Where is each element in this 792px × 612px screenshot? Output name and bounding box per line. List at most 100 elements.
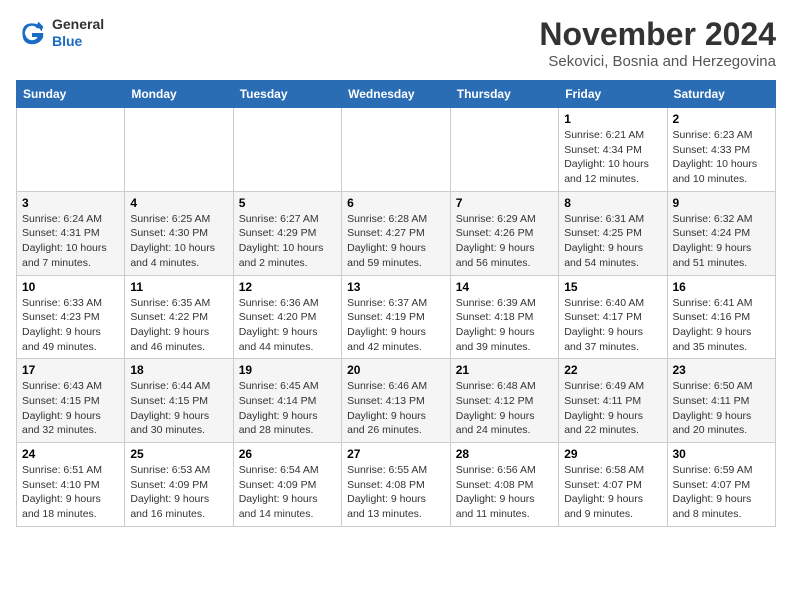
calendar-week-row: 17 Sunrise: 6:43 AM Sunset: 4:15 PM Dayli…	[17, 359, 776, 443]
calendar-cell: 19 Sunrise: 6:45 AM Sunset: 4:14 PM Dayli…	[233, 359, 341, 443]
day-number: 23	[673, 363, 771, 377]
day-info: Sunrise: 6:58 AM Sunset: 4:07 PM Dayligh…	[564, 463, 661, 522]
calendar-cell: 30Sunrise: 6:59 AM Sunset: 4:07 PM Dayli…	[667, 443, 776, 527]
calendar-cell: 10Sunrise: 6:33 AM Sunset: 4:23 PM Dayli…	[17, 275, 125, 359]
day-number: 4	[130, 196, 227, 210]
day-info: Sunrise: 6:43 AM Sunset: 4:15 PM Dayligh…	[22, 379, 119, 438]
logo-text: General Blue	[52, 16, 104, 50]
day-info: Sunrise: 6:45 AM Sunset: 4:14 PM Dayligh…	[239, 379, 336, 438]
location: Sekovici, Bosnia and Herzegovina	[539, 53, 776, 70]
calendar-cell: 20 Sunrise: 6:46 AM Sunset: 4:13 PM Dayli…	[342, 359, 451, 443]
day-number: 9	[673, 196, 771, 210]
calendar-cell: 6 Sunrise: 6:28 AM Sunset: 4:27 PM Daylig…	[342, 191, 451, 275]
day-number: 3	[22, 196, 119, 210]
day-info: Sunrise: 6:35 AM Sunset: 4:22 PM Dayligh…	[130, 296, 227, 355]
calendar-cell: 1 Sunrise: 6:21 AM Sunset: 4:34 PM Daylig…	[559, 108, 667, 192]
calendar-cell: 16Sunrise: 6:41 AM Sunset: 4:16 PM Dayli…	[667, 275, 776, 359]
day-number: 25	[130, 447, 227, 461]
day-info: Sunrise: 6:55 AM Sunset: 4:08 PM Dayligh…	[347, 463, 445, 522]
page-header: General Blue November 2024 Sekovici, Bos…	[16, 16, 776, 70]
logo-icon	[16, 17, 48, 49]
day-number: 13	[347, 280, 445, 294]
day-info: Sunrise: 6:31 AM Sunset: 4:25 PM Dayligh…	[564, 212, 661, 271]
calendar-cell: 22 Sunrise: 6:49 AM Sunset: 4:11 PM Dayli…	[559, 359, 667, 443]
calendar-week-row: 10Sunrise: 6:33 AM Sunset: 4:23 PM Dayli…	[17, 275, 776, 359]
calendar-cell: 27 Sunrise: 6:55 AM Sunset: 4:08 PM Dayli…	[342, 443, 451, 527]
day-header-wednesday: Wednesday	[342, 81, 451, 108]
day-number: 18	[130, 363, 227, 377]
day-number: 6	[347, 196, 445, 210]
day-number: 22	[564, 363, 661, 377]
calendar-cell	[342, 108, 451, 192]
calendar-cell: 2 Sunrise: 6:23 AM Sunset: 4:33 PM Daylig…	[667, 108, 776, 192]
day-number: 7	[456, 196, 553, 210]
calendar-cell: 25 Sunrise: 6:53 AM Sunset: 4:09 PM Dayli…	[125, 443, 233, 527]
day-number: 27	[347, 447, 445, 461]
calendar-cell: 3Sunrise: 6:24 AM Sunset: 4:31 PM Daylig…	[17, 191, 125, 275]
day-number: 1	[564, 112, 661, 126]
day-info: Sunrise: 6:32 AM Sunset: 4:24 PM Dayligh…	[673, 212, 771, 271]
day-number: 26	[239, 447, 336, 461]
day-info: Sunrise: 6:25 AM Sunset: 4:30 PM Dayligh…	[130, 212, 227, 271]
day-number: 24	[22, 447, 119, 461]
day-number: 2	[673, 112, 771, 126]
calendar-cell: 11Sunrise: 6:35 AM Sunset: 4:22 PM Dayli…	[125, 275, 233, 359]
day-header-friday: Friday	[559, 81, 667, 108]
day-info: Sunrise: 6:46 AM Sunset: 4:13 PM Dayligh…	[347, 379, 445, 438]
day-info: Sunrise: 6:49 AM Sunset: 4:11 PM Dayligh…	[564, 379, 661, 438]
calendar-cell: 14Sunrise: 6:39 AM Sunset: 4:18 PM Dayli…	[450, 275, 558, 359]
logo: General Blue	[16, 16, 104, 50]
day-number: 17	[22, 363, 119, 377]
calendar-cell: 8Sunrise: 6:31 AM Sunset: 4:25 PM Daylig…	[559, 191, 667, 275]
day-info: Sunrise: 6:40 AM Sunset: 4:17 PM Dayligh…	[564, 296, 661, 355]
calendar-cell: 28Sunrise: 6:56 AM Sunset: 4:08 PM Dayli…	[450, 443, 558, 527]
day-header-tuesday: Tuesday	[233, 81, 341, 108]
day-info: Sunrise: 6:48 AM Sunset: 4:12 PM Dayligh…	[456, 379, 553, 438]
day-header-saturday: Saturday	[667, 81, 776, 108]
day-info: Sunrise: 6:33 AM Sunset: 4:23 PM Dayligh…	[22, 296, 119, 355]
day-info: Sunrise: 6:56 AM Sunset: 4:08 PM Dayligh…	[456, 463, 553, 522]
day-info: Sunrise: 6:41 AM Sunset: 4:16 PM Dayligh…	[673, 296, 771, 355]
calendar-week-row: 24 Sunrise: 6:51 AM Sunset: 4:10 PM Dayli…	[17, 443, 776, 527]
day-info: Sunrise: 6:50 AM Sunset: 4:11 PM Dayligh…	[673, 379, 771, 438]
day-number: 15	[564, 280, 661, 294]
calendar-cell	[450, 108, 558, 192]
calendar-week-row: 3Sunrise: 6:24 AM Sunset: 4:31 PM Daylig…	[17, 191, 776, 275]
day-header-thursday: Thursday	[450, 81, 558, 108]
calendar-cell: 12Sunrise: 6:36 AM Sunset: 4:20 PM Dayli…	[233, 275, 341, 359]
day-info: Sunrise: 6:51 AM Sunset: 4:10 PM Dayligh…	[22, 463, 119, 522]
day-info: Sunrise: 6:28 AM Sunset: 4:27 PM Dayligh…	[347, 212, 445, 271]
logo-blue: Blue	[52, 33, 104, 50]
day-header-monday: Monday	[125, 81, 233, 108]
logo-general: General	[52, 16, 104, 33]
day-info: Sunrise: 6:54 AM Sunset: 4:09 PM Dayligh…	[239, 463, 336, 522]
calendar-cell	[125, 108, 233, 192]
day-number: 12	[239, 280, 336, 294]
day-number: 30	[673, 447, 771, 461]
calendar-header-row: SundayMondayTuesdayWednesdayThursdayFrid…	[17, 81, 776, 108]
calendar-cell: 7 Sunrise: 6:29 AM Sunset: 4:26 PM Daylig…	[450, 191, 558, 275]
day-info: Sunrise: 6:53 AM Sunset: 4:09 PM Dayligh…	[130, 463, 227, 522]
day-number: 29	[564, 447, 661, 461]
day-number: 19	[239, 363, 336, 377]
day-number: 14	[456, 280, 553, 294]
day-info: Sunrise: 6:44 AM Sunset: 4:15 PM Dayligh…	[130, 379, 227, 438]
calendar-cell: 23 Sunrise: 6:50 AM Sunset: 4:11 PM Dayli…	[667, 359, 776, 443]
calendar-week-row: 1 Sunrise: 6:21 AM Sunset: 4:34 PM Daylig…	[17, 108, 776, 192]
month-title: November 2024	[539, 16, 776, 53]
calendar-cell: 21 Sunrise: 6:48 AM Sunset: 4:12 PM Dayli…	[450, 359, 558, 443]
day-number: 20	[347, 363, 445, 377]
calendar-cell: 26 Sunrise: 6:54 AM Sunset: 4:09 PM Dayli…	[233, 443, 341, 527]
day-number: 21	[456, 363, 553, 377]
day-info: Sunrise: 6:27 AM Sunset: 4:29 PM Dayligh…	[239, 212, 336, 271]
day-info: Sunrise: 6:21 AM Sunset: 4:34 PM Dayligh…	[564, 128, 661, 187]
day-info: Sunrise: 6:37 AM Sunset: 4:19 PM Dayligh…	[347, 296, 445, 355]
day-header-sunday: Sunday	[17, 81, 125, 108]
day-info: Sunrise: 6:23 AM Sunset: 4:33 PM Dayligh…	[673, 128, 771, 187]
calendar-cell: 9 Sunrise: 6:32 AM Sunset: 4:24 PM Daylig…	[667, 191, 776, 275]
calendar-cell: 18 Sunrise: 6:44 AM Sunset: 4:15 PM Dayli…	[125, 359, 233, 443]
day-number: 5	[239, 196, 336, 210]
day-info: Sunrise: 6:29 AM Sunset: 4:26 PM Dayligh…	[456, 212, 553, 271]
calendar-cell	[233, 108, 341, 192]
calendar-cell: 5 Sunrise: 6:27 AM Sunset: 4:29 PM Daylig…	[233, 191, 341, 275]
